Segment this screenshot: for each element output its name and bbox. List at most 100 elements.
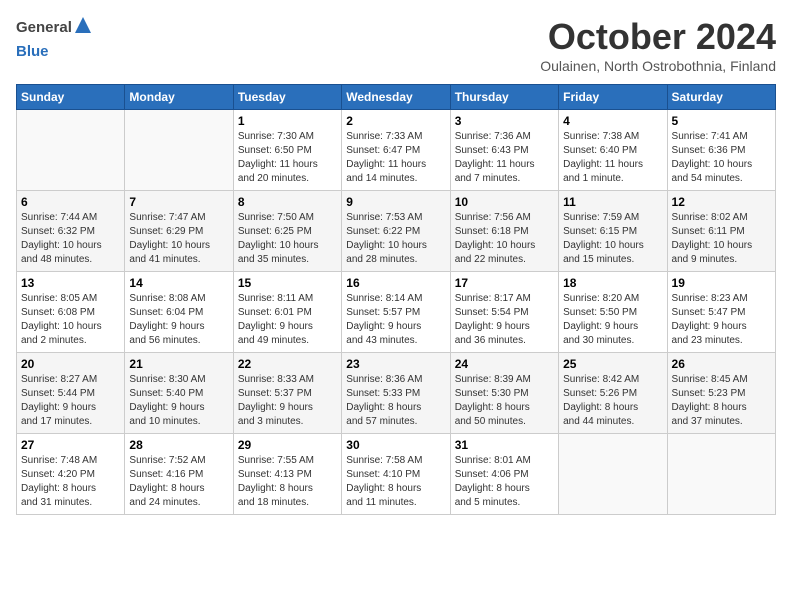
day-info: Sunrise: 7:36 AM Sunset: 6:43 PM Dayligh… xyxy=(455,130,554,186)
week-row-3: 13 Sunrise: 8:05 AM Sunset: 6:08 PM Dayli… xyxy=(17,272,776,353)
day-number: 13 xyxy=(21,276,120,290)
day-number: 28 xyxy=(129,438,228,452)
day-number: 16 xyxy=(346,276,445,290)
day-cell: 18Sunrise: 8:20 AM Sunset: 5:50 PM Dayli… xyxy=(559,272,667,353)
day-info: Sunrise: 7:48 AM Sunset: 4:20 PM Dayligh… xyxy=(21,454,120,510)
week-row-5: 27 Sunrise: 7:48 AM Sunset: 4:20 PM Dayli… xyxy=(17,434,776,515)
day-cell: 15 Sunrise: 8:11 AM Sunset: 6:01 PM Dayli… xyxy=(233,272,341,353)
day-cell: 30 Sunrise: 7:58 AM Sunset: 4:10 PM Dayli… xyxy=(342,434,450,515)
header-day-tuesday: Tuesday xyxy=(233,85,341,110)
day-cell: 19 Sunrise: 8:23 AM Sunset: 5:47 PM Dayli… xyxy=(667,272,775,353)
day-info: Sunrise: 7:56 AM Sunset: 6:18 PM Dayligh… xyxy=(455,211,554,267)
day-cell: 24 Sunrise: 8:39 AM Sunset: 5:30 PM Dayli… xyxy=(450,353,558,434)
day-info: Sunrise: 7:55 AM Sunset: 4:13 PM Dayligh… xyxy=(238,454,337,510)
day-number: 29 xyxy=(238,438,337,452)
day-number: 8 xyxy=(238,195,337,209)
month-title: October 2024 xyxy=(540,16,776,58)
week-row-1: 1Sunrise: 7:30 AM Sunset: 6:50 PM Daylig… xyxy=(17,110,776,191)
day-number: 22 xyxy=(238,357,337,371)
day-info: Sunrise: 8:30 AM Sunset: 5:40 PM Dayligh… xyxy=(129,373,228,429)
page-header: General Blue October 2024 Oulainen, Nort… xyxy=(16,16,776,74)
day-info: Sunrise: 7:41 AM Sunset: 6:36 PM Dayligh… xyxy=(672,130,771,186)
day-info: Sunrise: 8:02 AM Sunset: 6:11 PM Dayligh… xyxy=(672,211,771,267)
day-number: 24 xyxy=(455,357,554,371)
day-info: Sunrise: 8:45 AM Sunset: 5:23 PM Dayligh… xyxy=(672,373,771,429)
day-cell: 7 Sunrise: 7:47 AM Sunset: 6:29 PM Daylig… xyxy=(125,191,233,272)
day-info: Sunrise: 7:59 AM Sunset: 6:15 PM Dayligh… xyxy=(563,211,662,267)
header-day-saturday: Saturday xyxy=(667,85,775,110)
day-info: Sunrise: 8:14 AM Sunset: 5:57 PM Dayligh… xyxy=(346,292,445,348)
day-cell: 26 Sunrise: 8:45 AM Sunset: 5:23 PM Dayli… xyxy=(667,353,775,434)
day-cell: 17 Sunrise: 8:17 AM Sunset: 5:54 PM Dayli… xyxy=(450,272,558,353)
day-number: 5 xyxy=(672,114,771,128)
day-info: Sunrise: 7:47 AM Sunset: 6:29 PM Dayligh… xyxy=(129,211,228,267)
day-cell: 10Sunrise: 7:56 AM Sunset: 6:18 PM Dayli… xyxy=(450,191,558,272)
day-info: Sunrise: 8:33 AM Sunset: 5:37 PM Dayligh… xyxy=(238,373,337,429)
day-info: Sunrise: 8:36 AM Sunset: 5:33 PM Dayligh… xyxy=(346,373,445,429)
day-cell: 4 Sunrise: 7:38 AM Sunset: 6:40 PM Daylig… xyxy=(559,110,667,191)
day-number: 9 xyxy=(346,195,445,209)
day-info: Sunrise: 7:52 AM Sunset: 4:16 PM Dayligh… xyxy=(129,454,228,510)
calendar-table: SundayMondayTuesdayWednesdayThursdayFrid… xyxy=(16,84,776,515)
day-info: Sunrise: 7:58 AM Sunset: 4:10 PM Dayligh… xyxy=(346,454,445,510)
day-cell: 1Sunrise: 7:30 AM Sunset: 6:50 PM Daylig… xyxy=(233,110,341,191)
week-row-4: 20 Sunrise: 8:27 AM Sunset: 5:44 PM Dayli… xyxy=(17,353,776,434)
title-block: October 2024 Oulainen, North Ostrobothni… xyxy=(540,16,776,74)
day-info: Sunrise: 7:30 AM Sunset: 6:50 PM Dayligh… xyxy=(238,130,337,186)
day-cell: 13 Sunrise: 8:05 AM Sunset: 6:08 PM Dayli… xyxy=(17,272,125,353)
day-number: 4 xyxy=(563,114,662,128)
header-day-thursday: Thursday xyxy=(450,85,558,110)
day-cell: 22 Sunrise: 8:33 AM Sunset: 5:37 PM Dayli… xyxy=(233,353,341,434)
day-info: Sunrise: 8:17 AM Sunset: 5:54 PM Dayligh… xyxy=(455,292,554,348)
day-info: Sunrise: 8:05 AM Sunset: 6:08 PM Dayligh… xyxy=(21,292,120,348)
day-number: 11 xyxy=(563,195,662,209)
day-info: Sunrise: 8:01 AM Sunset: 4:06 PM Dayligh… xyxy=(455,454,554,510)
day-info: Sunrise: 8:23 AM Sunset: 5:47 PM Dayligh… xyxy=(672,292,771,348)
day-number: 15 xyxy=(238,276,337,290)
header-day-monday: Monday xyxy=(125,85,233,110)
day-cell xyxy=(17,110,125,191)
header-day-friday: Friday xyxy=(559,85,667,110)
day-cell: 29 Sunrise: 7:55 AM Sunset: 4:13 PM Dayli… xyxy=(233,434,341,515)
day-cell xyxy=(559,434,667,515)
week-row-2: 6Sunrise: 7:44 AM Sunset: 6:32 PM Daylig… xyxy=(17,191,776,272)
header-row: SundayMondayTuesdayWednesdayThursdayFrid… xyxy=(17,85,776,110)
day-info: Sunrise: 8:20 AM Sunset: 5:50 PM Dayligh… xyxy=(563,292,662,348)
day-cell: 5 Sunrise: 7:41 AM Sunset: 6:36 PM Daylig… xyxy=(667,110,775,191)
day-number: 17 xyxy=(455,276,554,290)
day-cell: 8 Sunrise: 7:50 AM Sunset: 6:25 PM Daylig… xyxy=(233,191,341,272)
day-cell: 25Sunrise: 8:42 AM Sunset: 5:26 PM Dayli… xyxy=(559,353,667,434)
logo-triangle xyxy=(74,16,92,39)
day-cell xyxy=(667,434,775,515)
day-info: Sunrise: 8:08 AM Sunset: 6:04 PM Dayligh… xyxy=(129,292,228,348)
day-number: 7 xyxy=(129,195,228,209)
day-number: 21 xyxy=(129,357,228,371)
day-cell: 31Sunrise: 8:01 AM Sunset: 4:06 PM Dayli… xyxy=(450,434,558,515)
day-number: 19 xyxy=(672,276,771,290)
day-cell: 14 Sunrise: 8:08 AM Sunset: 6:04 PM Dayli… xyxy=(125,272,233,353)
calendar-header: SundayMondayTuesdayWednesdayThursdayFrid… xyxy=(17,85,776,110)
day-number: 12 xyxy=(672,195,771,209)
day-info: Sunrise: 7:50 AM Sunset: 6:25 PM Dayligh… xyxy=(238,211,337,267)
logo-blue: Blue xyxy=(16,43,49,60)
day-info: Sunrise: 8:27 AM Sunset: 5:44 PM Dayligh… xyxy=(21,373,120,429)
day-info: Sunrise: 7:38 AM Sunset: 6:40 PM Dayligh… xyxy=(563,130,662,186)
header-day-sunday: Sunday xyxy=(17,85,125,110)
day-cell: 20 Sunrise: 8:27 AM Sunset: 5:44 PM Dayli… xyxy=(17,353,125,434)
day-number: 27 xyxy=(21,438,120,452)
day-cell: 6Sunrise: 7:44 AM Sunset: 6:32 PM Daylig… xyxy=(17,191,125,272)
day-info: Sunrise: 7:33 AM Sunset: 6:47 PM Dayligh… xyxy=(346,130,445,186)
day-number: 20 xyxy=(21,357,120,371)
day-info: Sunrise: 7:44 AM Sunset: 6:32 PM Dayligh… xyxy=(21,211,120,267)
day-number: 23 xyxy=(346,357,445,371)
day-number: 26 xyxy=(672,357,771,371)
day-number: 30 xyxy=(346,438,445,452)
day-info: Sunrise: 8:11 AM Sunset: 6:01 PM Dayligh… xyxy=(238,292,337,348)
day-cell: 28 Sunrise: 7:52 AM Sunset: 4:16 PM Dayli… xyxy=(125,434,233,515)
day-number: 14 xyxy=(129,276,228,290)
day-cell: 9Sunrise: 7:53 AM Sunset: 6:22 PM Daylig… xyxy=(342,191,450,272)
header-day-wednesday: Wednesday xyxy=(342,85,450,110)
day-info: Sunrise: 8:39 AM Sunset: 5:30 PM Dayligh… xyxy=(455,373,554,429)
day-cell: 21 Sunrise: 8:30 AM Sunset: 5:40 PM Dayli… xyxy=(125,353,233,434)
day-number: 25 xyxy=(563,357,662,371)
